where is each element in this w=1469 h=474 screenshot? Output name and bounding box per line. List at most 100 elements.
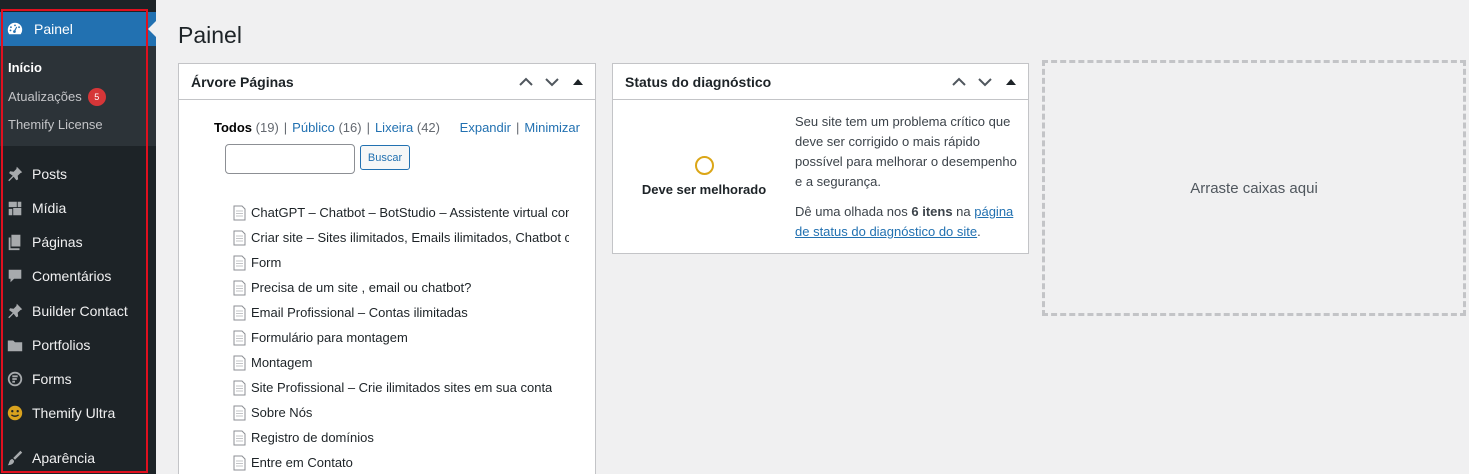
- sidebar-item-label: Comentários: [32, 268, 112, 284]
- sidebar-item-label: Posts: [32, 166, 68, 182]
- tree-page-item[interactable]: Criar site – Sites ilimitados, Emails il…: [233, 225, 569, 250]
- filter-trash-count: (42): [416, 120, 440, 135]
- sidebar-item-label: Painel: [34, 21, 73, 37]
- widget-header: Status do diagnóstico: [613, 64, 1028, 100]
- widget-handles: [515, 64, 589, 100]
- tree-filter-links: Todos (19) | Público (16) | Lixeira (42): [214, 120, 440, 135]
- tree-page-item[interactable]: Montagem: [233, 350, 569, 375]
- current-menu-arrow: [148, 21, 156, 37]
- sidebar-item-painel[interactable]: Painel: [0, 12, 156, 46]
- comments-icon: [5, 266, 25, 286]
- tree-page-label: Entre em Contato: [251, 455, 353, 470]
- tree-page-label: ChatGPT – Chatbot – BotStudio – Assisten…: [251, 205, 569, 220]
- health-progress-circle-icon: [695, 156, 714, 175]
- items-count: 6 itens: [911, 204, 953, 219]
- page-icon: [233, 380, 246, 395]
- move-down-icon[interactable]: [974, 71, 996, 93]
- tree-page-label: Form: [251, 255, 282, 270]
- brush-icon: [5, 448, 25, 468]
- pages-icon: [5, 232, 25, 252]
- tree-page-label: Formulário para montagem: [251, 330, 408, 345]
- filter-all-count: (19): [255, 120, 279, 135]
- empty-dropzone[interactable]: Arraste caixas aqui: [1042, 60, 1466, 316]
- page-icon: [233, 255, 246, 270]
- sidebar-item-label: Themify Ultra: [32, 405, 116, 421]
- filter-public-count: (16): [338, 120, 362, 135]
- sidebar-item-forms[interactable]: Forms: [0, 362, 156, 396]
- collapse-all-link[interactable]: Minimizar: [524, 120, 580, 135]
- submenu-label: Início: [8, 60, 42, 75]
- widget-title: Árvore Páginas: [191, 73, 294, 90]
- tree-page-item[interactable]: Formulário para montagem: [233, 325, 569, 350]
- sidebar-item-paginas[interactable]: Páginas: [0, 225, 156, 259]
- tree-page-item[interactable]: Site Profissional – Crie ilimitados site…: [233, 375, 569, 400]
- media-icon: [5, 198, 25, 218]
- forms-icon: [5, 369, 25, 389]
- sidebar-item-themify-ultra[interactable]: Themify Ultra: [0, 396, 156, 430]
- page-icon: [233, 405, 246, 420]
- tree-page-label: Registro de domínios: [251, 430, 374, 445]
- sidebar-item-portfolios[interactable]: Portfolios: [0, 328, 156, 362]
- tree-page-item[interactable]: ChatGPT – Chatbot – BotStudio – Assisten…: [233, 200, 569, 225]
- sidebar-item-label: Mídia: [32, 200, 67, 216]
- submenu-item-themify-license[interactable]: Themify License: [8, 117, 103, 132]
- tree-page-item[interactable]: Registro de domínios: [233, 425, 569, 450]
- items-mid: na: [952, 204, 975, 219]
- sidebar-item-posts[interactable]: Posts: [0, 157, 156, 191]
- collapse-toggle-icon[interactable]: [1000, 71, 1022, 93]
- page-icon: [233, 455, 246, 470]
- filter-all-link[interactable]: Todos: [214, 120, 252, 135]
- tree-pages-widget: Árvore Páginas Todos (19) | Público (16) | L…: [178, 63, 596, 474]
- tree-page-item[interactable]: Entre em Contato: [233, 450, 569, 474]
- health-description: Seu site tem um problema crítico que dev…: [795, 112, 1017, 252]
- move-down-icon[interactable]: [541, 71, 563, 93]
- tree-page-label: Criar site – Sites ilimitados, Emails il…: [251, 230, 569, 245]
- tree-page-label: Site Profissional – Crie ilimitados site…: [251, 380, 553, 395]
- pin-icon: [5, 301, 25, 321]
- sidebar-item-comentarios[interactable]: Comentários: [0, 259, 156, 293]
- page-icon: [233, 230, 246, 245]
- sidebar-item-builder-contact[interactable]: Builder Contact: [0, 294, 156, 328]
- search-button[interactable]: Buscar: [360, 145, 410, 170]
- sidebar-item-label: Portfolios: [32, 337, 91, 353]
- widget-title: Status do diagnóstico: [625, 73, 772, 90]
- separator: |: [283, 120, 288, 135]
- page-icon: [233, 280, 246, 295]
- health-status-label: Deve ser melhorado: [641, 182, 767, 197]
- health-items-text: Dê uma olhada nos 6 itens na página de s…: [795, 202, 1017, 242]
- page-title: Painel: [178, 22, 242, 48]
- submenu-item-atualizacoes[interactable]: Atualizações 5: [8, 88, 106, 106]
- admin-sidebar: Painel Início Atualizações 5 Themify Lice…: [0, 0, 156, 474]
- separator: |: [366, 120, 370, 135]
- items-prefix: Dê uma olhada nos: [795, 204, 912, 219]
- move-up-icon[interactable]: [948, 71, 970, 93]
- widget-handles: [948, 64, 1022, 100]
- submenu-label: Themify License: [8, 117, 103, 132]
- dashboard-submenu: Início Atualizações 5 Themify License: [0, 46, 156, 146]
- dashboard-icon: [5, 19, 25, 39]
- dropzone-label: Arraste caixas aqui: [1190, 179, 1318, 197]
- tree-page-label: Precisa de um site , email ou chatbot?: [251, 280, 472, 295]
- tree-page-item[interactable]: Sobre Nós: [233, 400, 569, 425]
- tree-page-item[interactable]: Precisa de um site , email ou chatbot?: [233, 275, 569, 300]
- tree-page-item[interactable]: Email Profissional – Contas ilimitadas: [233, 300, 569, 325]
- submenu-item-inicio[interactable]: Início: [8, 60, 42, 75]
- sidebar-item-midia[interactable]: Mídia: [0, 191, 156, 225]
- filter-public-link[interactable]: Público: [292, 120, 335, 135]
- sidebar-item-label: Builder Contact: [32, 303, 128, 319]
- move-up-icon[interactable]: [515, 71, 537, 93]
- tree-search-input[interactable]: [225, 144, 355, 174]
- sidebar-item-aparencia[interactable]: Aparência: [0, 441, 156, 474]
- expand-all-link[interactable]: Expandir: [460, 120, 511, 135]
- page-tree-list: ChatGPT – Chatbot – BotStudio – Assisten…: [233, 200, 569, 474]
- tree-expand-links: Expandir | Minimizar: [460, 120, 580, 135]
- page-icon: [233, 430, 246, 445]
- collapse-toggle-icon[interactable]: [567, 71, 589, 93]
- items-suffix: .: [977, 224, 981, 239]
- health-status-indicator: Deve ser melhorado: [613, 101, 795, 251]
- filter-trash-link[interactable]: Lixeira: [375, 120, 413, 135]
- page-icon: [233, 205, 246, 220]
- tree-page-item[interactable]: Form: [233, 250, 569, 275]
- submenu-label: Atualizações: [8, 89, 82, 104]
- pin-icon: [5, 164, 25, 184]
